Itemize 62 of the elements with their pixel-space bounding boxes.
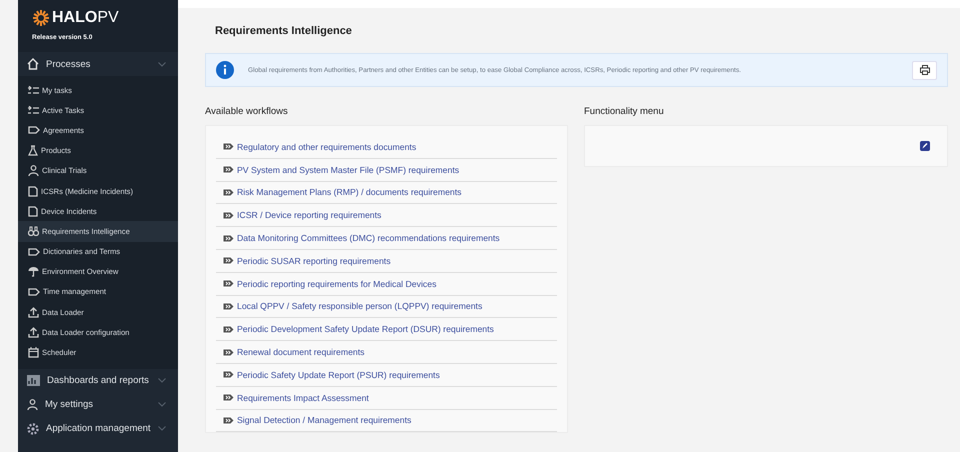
document-icon — [28, 206, 38, 217]
tag-icon — [223, 257, 234, 264]
upload-icon — [28, 306, 39, 318]
chevron-down-icon — [158, 378, 166, 384]
workflow-link[interactable]: Periodic reporting requirements for Medical Devices — [237, 278, 436, 289]
sidebar-section[interactable]: Dashboards and reports — [18, 368, 178, 393]
tag-icon — [223, 371, 234, 378]
print-button[interactable] — [912, 60, 937, 80]
workflow-link[interactable]: Regulatory and other requirements documents — [237, 142, 416, 152]
pencil-icon — [922, 143, 928, 149]
workflow-link[interactable]: Periodic Development Safety Update Report (DSUR) requirements — [237, 324, 494, 334]
workflow-link[interactable]: ICSR / Device reporting requirements — [237, 210, 382, 220]
workflow-link[interactable]: Signal Detection / Management requirements — [237, 415, 412, 426]
calendar-icon — [28, 347, 39, 358]
tag-icon — [223, 394, 234, 402]
info-icon — [216, 61, 234, 79]
tag-icon — [28, 126, 40, 134]
tag-icon — [223, 188, 234, 196]
chevron-down-icon — [158, 62, 166, 66]
tag-icon — [223, 212, 234, 219]
person-icon — [28, 165, 39, 176]
tag-icon — [223, 234, 234, 242]
sidebar-section[interactable]: My settings — [18, 392, 178, 417]
workflow-link[interactable]: Periodic Safety Update Report (PSUR) requirements — [237, 370, 440, 380]
workflow-link[interactable]: Data Monitoring Committees (DMC) recommendations requirements — [237, 233, 500, 244]
tag-icon — [223, 302, 234, 310]
workflow-link[interactable]: Renewal document requirements — [237, 347, 364, 358]
sidebar-section[interactable]: Application management — [18, 416, 178, 441]
workflow-link[interactable]: Periodic SUSAR reporting requirements — [237, 256, 391, 266]
tag-icon — [223, 326, 234, 333]
binoculars-icon — [28, 226, 39, 236]
print-icon — [920, 65, 930, 75]
workflow-link[interactable]: Risk Management Plans (RMP) / documents requirements — [237, 187, 462, 198]
section-heading: Available workflows — [205, 106, 289, 117]
workflow-link[interactable]: Local QPPV / Safety responsible person (LQPPV) requirements — [237, 301, 482, 312]
workflow-link[interactable]: PV System and System Master File (PSMF) requirements — [237, 164, 460, 175]
tag-icon — [223, 416, 234, 424]
chart-icon — [27, 375, 40, 386]
sidebar-section[interactable]: Processes — [18, 52, 178, 76]
tag-icon — [223, 280, 234, 288]
person-icon — [27, 399, 38, 410]
upload-icon — [28, 326, 39, 338]
page-title: Requirements Intelligence — [215, 25, 352, 37]
tag-icon — [28, 288, 40, 296]
flask-icon — [28, 145, 38, 156]
chevron-down-icon — [158, 426, 166, 432]
sunburst-logo-icon — [32, 9, 50, 27]
workflow-link[interactable]: Requirements Impact Assessment — [237, 392, 369, 403]
tag-icon — [28, 248, 40, 256]
list-icon — [28, 106, 39, 115]
section-heading: Functionality menu — [584, 106, 665, 117]
tag-icon — [223, 143, 234, 150]
tag-icon — [223, 348, 234, 356]
list-icon — [28, 86, 39, 95]
tag-icon — [223, 166, 234, 174]
logo-text: HALOPV — [52, 9, 119, 27]
umbrella-icon — [28, 266, 39, 278]
edit-button[interactable] — [920, 141, 930, 151]
home-icon — [27, 58, 39, 70]
document-icon — [28, 186, 38, 197]
chevron-down-icon — [158, 402, 166, 408]
gear-icon — [27, 422, 39, 435]
